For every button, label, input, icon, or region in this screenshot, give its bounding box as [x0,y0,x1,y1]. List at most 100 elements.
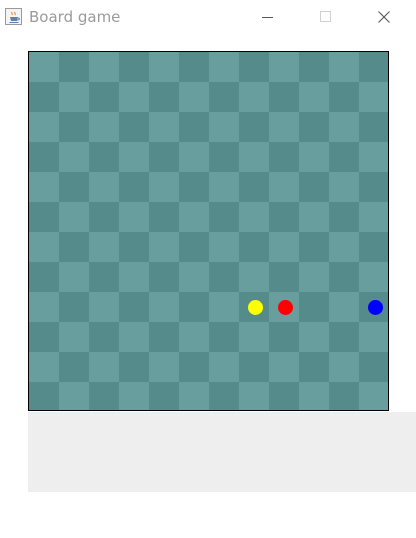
title-bar[interactable]: Board game [0,3,416,32]
board-cell[interactable] [149,262,179,292]
board-cell[interactable] [29,262,59,292]
board-cell[interactable] [179,202,209,232]
board-cell[interactable] [89,52,119,82]
board-cell[interactable] [149,142,179,172]
board-cell[interactable] [179,262,209,292]
board-cell[interactable] [149,292,179,322]
minimize-button[interactable] [246,3,290,32]
board-cell[interactable] [59,172,89,202]
board-cell[interactable] [119,82,149,112]
board-cell[interactable] [149,322,179,352]
board-cell[interactable] [239,232,269,262]
board-cell[interactable] [269,382,299,410]
board-cell[interactable] [269,82,299,112]
board-cell[interactable] [59,112,89,142]
board-cell[interactable] [329,262,359,292]
board-cell[interactable] [269,322,299,352]
board-cell[interactable] [89,262,119,292]
board-cell[interactable] [89,172,119,202]
board-cell[interactable] [269,112,299,142]
board-cell[interactable] [119,352,149,382]
board-cell[interactable] [119,262,149,292]
board-cell[interactable] [29,172,59,202]
board-cell[interactable] [299,262,329,292]
board-cell[interactable] [119,112,149,142]
board-cell[interactable] [149,232,179,262]
board-cell[interactable] [29,142,59,172]
board-cell[interactable] [209,172,239,202]
board-cell[interactable] [299,322,329,352]
board-cell[interactable] [59,322,89,352]
board-cell[interactable] [239,382,269,410]
board-cell[interactable] [89,322,119,352]
board-cell[interactable] [89,112,119,142]
board-cell[interactable] [209,382,239,410]
board-cell[interactable] [239,172,269,202]
board-cell[interactable] [29,202,59,232]
board-cell[interactable] [29,112,59,142]
board-cell[interactable] [59,292,89,322]
board-cell[interactable] [359,172,388,202]
board-cell[interactable] [29,82,59,112]
board-cell[interactable] [299,82,329,112]
board-cell[interactable] [119,232,149,262]
board-cell[interactable] [149,112,179,142]
board-cell[interactable] [209,232,239,262]
board-cell[interactable] [269,202,299,232]
board-cell[interactable] [329,322,359,352]
yellow-piece[interactable] [247,299,263,315]
board-cell[interactable] [269,172,299,202]
board-cell[interactable] [359,52,388,82]
board-cell[interactable] [329,142,359,172]
board-cell[interactable] [29,322,59,352]
board-cell[interactable] [359,232,388,262]
board-cell[interactable] [119,142,149,172]
board-cell[interactable] [359,382,388,410]
board-cell[interactable] [89,382,119,410]
board-cell[interactable] [269,52,299,82]
board-cell[interactable] [239,142,269,172]
board-cell[interactable] [239,112,269,142]
board-cell[interactable] [179,82,209,112]
board-cell[interactable] [299,292,329,322]
board-cell[interactable] [59,82,89,112]
board-cell[interactable] [179,112,209,142]
board-cell[interactable] [269,232,299,262]
board-cell[interactable] [209,112,239,142]
board-cell[interactable] [329,112,359,142]
board-cell[interactable] [29,352,59,382]
board-cell[interactable] [119,292,149,322]
maximize-button[interactable] [304,3,348,32]
board-cell[interactable] [149,352,179,382]
board-cell[interactable] [209,322,239,352]
board-cell[interactable] [59,352,89,382]
board-cell[interactable] [359,202,388,232]
board-cell[interactable] [119,322,149,352]
board-cell[interactable] [359,322,388,352]
board-cell[interactable] [179,172,209,202]
board-cell[interactable] [29,52,59,82]
board-cell[interactable] [239,202,269,232]
board-cell[interactable] [179,52,209,82]
board-cell[interactable] [299,382,329,410]
board-cell[interactable] [299,172,329,202]
board-cell[interactable] [359,352,388,382]
board-cell[interactable] [179,382,209,410]
board-cell[interactable] [149,382,179,410]
board-cell[interactable] [209,142,239,172]
board-cell[interactable] [269,352,299,382]
board-cell[interactable] [239,262,269,292]
board-cell[interactable] [269,262,299,292]
board-cell[interactable] [239,52,269,82]
board-cell[interactable] [299,112,329,142]
board-cell[interactable] [209,262,239,292]
board-cell[interactable] [59,202,89,232]
board-cell[interactable] [59,142,89,172]
board-cell[interactable] [29,292,59,322]
board-cell[interactable] [329,82,359,112]
board-cell[interactable] [359,262,388,292]
board-cell[interactable] [89,232,119,262]
board-cell[interactable] [179,292,209,322]
java-coffee-cup-icon[interactable] [5,8,22,25]
board-cell[interactable] [29,232,59,262]
